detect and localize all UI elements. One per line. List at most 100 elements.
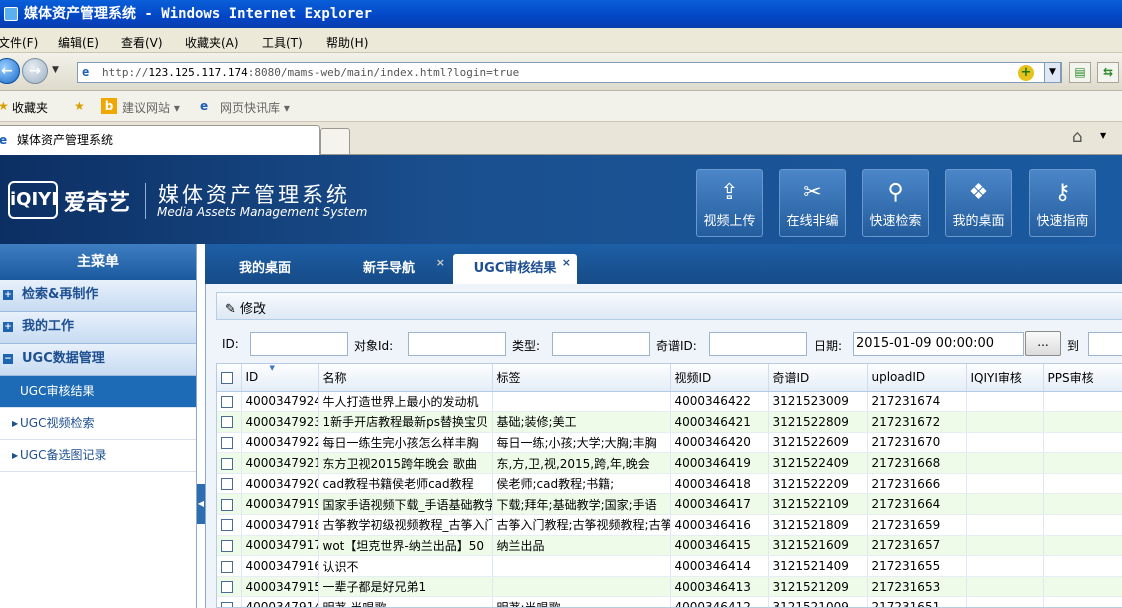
type-input[interactable] [552,332,650,356]
tab-ugc-review-result[interactable]: UGC审核结果 × [453,254,577,284]
online-edit-button[interactable]: ✂ 在线非编 [779,169,846,237]
menu-help[interactable]: 帮助(H) [326,34,368,51]
table-row[interactable]: 4000347923 1新手开店教程最新ps替换宝贝 基础;装修;美工 4000346… [217,411,1122,433]
sidebar-group-my-work[interactable]: + 我的工作 [0,312,196,344]
menu-tools[interactable]: 工具(T) [262,34,303,51]
history-dropdown-icon[interactable]: ▼ [52,65,59,75]
guide-key-icon: ⚷ [1054,180,1071,205]
column-header-pps-review[interactable]: PPS审核 [1043,364,1122,392]
column-header-tags[interactable]: 标签 [492,364,671,392]
sidebar-collapse-handle[interactable]: ◀ [197,484,205,524]
table-row[interactable]: 4000347922 每日一练生完小孩怎么样丰胸 每日一练;小孩;大学;大胸;丰胸 4… [217,432,1122,454]
menu-file[interactable]: 文件(F) [0,34,38,51]
table-row[interactable]: 4000347918 古筝教学初级视频教程_古筝入门 古筝入门教程;古筝视频教程;古… [217,514,1122,536]
cell-pps-review [1043,452,1122,474]
compatibility-icon[interactable]: + [1018,65,1034,81]
table-row[interactable]: 4000347915 一辈子都是好兄弟1 4000346413 3121521209 2… [217,576,1122,598]
cell-pps-review [1043,514,1122,536]
quick-search-button[interactable]: ⚲ 快速检索 [862,169,929,237]
row-checkbox[interactable] [221,457,233,470]
sidebar-item-ugc-image-record[interactable]: ▶ UGC备选图记录 [0,440,196,472]
cell-video-id: 4000346418 [670,473,769,495]
sidebar-item-ugc-review-result[interactable]: UGC审核结果 [0,376,196,408]
table-row[interactable]: 4000347917 wot【坦克世界-纳兰出品】50 纳兰出品 4000346415… [217,535,1122,557]
favorites-button[interactable]: 收藏夹 [12,99,48,116]
row-checkbox[interactable] [221,395,233,408]
row-checkbox[interactable] [221,601,233,607]
cell-name: 东方卫视2015跨年晚会 歌曲 [318,452,493,474]
column-header-video-id[interactable]: 视频ID [670,364,769,392]
suggested-sites-link[interactable]: 建议网站 ▾ [122,99,180,116]
table-row[interactable]: 4000347919 国家手语视频下载_手语基础教学 下载;拜年;基础教学;国家;手… [217,493,1122,516]
object-id-input[interactable] [408,332,506,356]
column-header-iqiyi-review[interactable]: IQIYI审核 [966,364,1044,392]
qipu-id-input[interactable] [709,332,807,356]
table-row[interactable]: 4000347914 明著 半唱歌 明著;半唱歌 4000346412 31215210… [217,596,1122,607]
back-icon[interactable]: ← [0,58,20,84]
row-checkbox[interactable] [221,519,233,532]
row-checkbox[interactable] [221,416,233,429]
menu-favorites[interactable]: 收藏夹(A) [185,34,239,51]
refresh-icon[interactable]: ⇆ [1097,62,1119,83]
favorites-star-icon[interactable]: ★ [0,99,9,113]
date-to-input[interactable] [1088,332,1122,356]
quick-guide-button[interactable]: ⚷ 快速指南 [1029,169,1096,237]
sidebar-item-ugc-video-search[interactable]: ▶ UGC视频检索 [0,408,196,440]
menu-edit[interactable]: 编辑(E) [58,34,99,51]
table-row[interactable]: 4000347921 东方卫视2015跨年晚会 歌曲 东,方,卫,视,2015,跨,… [217,452,1122,474]
tab-beginner-guide[interactable]: 新手导航 × [327,254,451,284]
tab-my-desktop[interactable]: 我的桌面 [213,254,317,284]
menu-view[interactable]: 查看(V) [121,34,163,51]
my-desktop-button[interactable]: ❖ 我的桌面 [945,169,1012,237]
collapse-icon: − [3,354,13,364]
add-favorite-icon[interactable]: ★ [74,99,85,113]
home-icon[interactable]: ⌂ [1072,127,1083,147]
main-content: ✎ 修改 ID: 对象Id: 类型: 奇谱ID: 日期: 2015-01-09 … [205,284,1122,608]
table-row[interactable]: 4000347916 认识不 4000346414 3121521409 2172316… [217,555,1122,577]
column-header-qipu-id[interactable]: 奇谱ID [768,364,868,392]
table-row[interactable]: 4000347920 cad教程书籍侯老师cad教程 侯老师;cad教程;书籍; 40… [217,473,1122,495]
cell-tags: 纳兰出品 [492,535,671,557]
cell-pps-review [1043,391,1122,413]
browser-tab-active[interactable]: e 媒体资产管理系统 [0,125,320,155]
row-checkbox[interactable] [221,478,233,491]
iqiyi-logo: iQIYI [8,181,58,219]
cell-qipu-id: 3121521609 [768,535,868,557]
row-select-cell [217,493,242,516]
row-checkbox[interactable] [221,539,233,552]
rss-icon[interactable]: ▤ [1069,62,1091,83]
row-checkbox[interactable] [221,581,233,594]
cell-video-id: 4000346420 [670,432,769,454]
row-checkbox[interactable] [221,436,233,449]
sidebar-group-ugc[interactable]: − UGC数据管理 [0,344,196,376]
date-from-input[interactable]: 2015-01-09 00:00:00 [853,332,1024,356]
row-checkbox[interactable] [221,498,233,511]
select-all-checkbox[interactable] [221,371,233,384]
cell-iqiyi-review [966,473,1044,495]
cell-iqiyi-review [966,493,1044,516]
address-dropdown-icon[interactable]: ▼ [1044,62,1061,83]
column-header-upload-id[interactable]: uploadID [867,364,967,392]
cell-qipu-id: 3121521209 [768,576,868,598]
browser-tab-label: 媒体资产管理系统 [17,133,114,147]
cell-video-id: 4000346412 [670,596,769,607]
tab-close-icon[interactable]: × [436,248,445,278]
id-input[interactable] [250,332,348,356]
new-tab-button[interactable] [320,128,350,154]
cell-id: 4000347924 [241,391,319,413]
video-upload-button[interactable]: ⇪ 视频上传 [696,169,763,237]
home-dropdown-icon[interactable]: ▼ [1100,131,1106,140]
web-slice-gallery-link[interactable]: 网页快讯库 ▾ [220,99,290,116]
address-input[interactable]: e http://123.125.117.174:8080/mams-web/m… [77,62,1062,83]
row-checkbox[interactable] [221,560,233,573]
forward-icon[interactable]: → [22,58,48,84]
column-header-id[interactable]: ▼ ID [241,364,319,392]
date-picker-button[interactable]: ... [1025,331,1061,356]
sidebar-group-search[interactable]: + 检索&再制作 [0,280,196,312]
column-header-name[interactable]: 名称 [318,364,493,392]
table-row[interactable]: 4000347924 牛人打造世界上最小的发动机 4000346422 3121523… [217,391,1122,413]
filter-bar: ID: 对象Id: 类型: 奇谱ID: 日期: 2015-01-09 00:00… [216,328,1122,360]
address-toolbar: ← → ▼ e http://123.125.117.174:8080/mams… [0,53,1122,91]
tab-close-icon[interactable]: × [562,248,571,278]
edit-button[interactable]: ✎ 修改 [225,298,266,317]
